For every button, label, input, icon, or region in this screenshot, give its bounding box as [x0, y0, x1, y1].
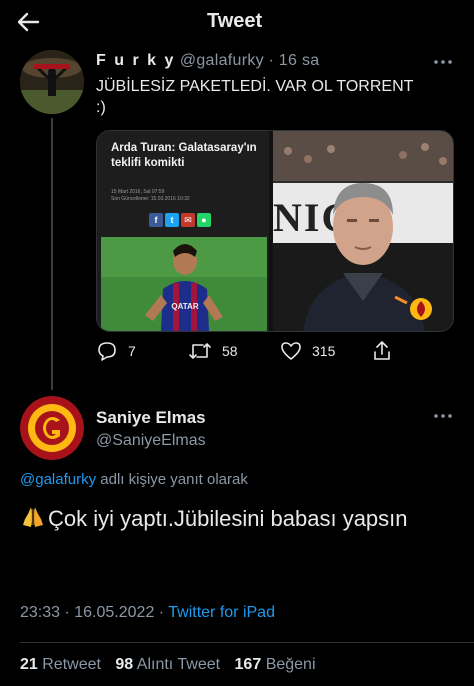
tweet-text: Çok iyi yaptı.Jübilesini babası yapsın: [20, 502, 450, 536]
share-icon[interactable]: [372, 340, 392, 362]
parent-tweet-header: F u r k y @galafurky · 16 sa: [96, 52, 319, 70]
display-name[interactable]: Saniye Elmas: [96, 408, 206, 428]
handle[interactable]: @galafurky: [180, 52, 264, 69]
tweet-time: · 16 sa: [268, 52, 320, 69]
share-buttons: f t ✉ ●: [149, 213, 211, 227]
jersey-text: QATAR: [171, 302, 198, 311]
news-screenshot[interactable]: Arda Turan: Galatasaray'ın teklifi komik…: [97, 131, 269, 331]
likes-stat[interactable]: 167 Beğeni: [235, 656, 316, 673]
article-meta: 15 Mart 2016, Sal 07:59 Son Güncelleme: …: [111, 189, 190, 202]
tweet-stats: 21 Retweet 98 Alıntı Tweet 167 Beğeni: [20, 656, 316, 674]
like-action[interactable]: 315: [280, 340, 335, 362]
reply-context: @galafurky adlı kişiye yanıt olarak: [20, 471, 248, 488]
back-arrow-icon[interactable]: [14, 8, 42, 36]
quotes-stat[interactable]: 98 Alıntı Tweet: [115, 656, 220, 673]
more-icon[interactable]: [432, 58, 454, 66]
whatsapp-icon: ●: [197, 213, 211, 227]
avatar[interactable]: [20, 50, 84, 114]
divider: [20, 642, 474, 643]
player-photo: QATAR: [101, 237, 267, 331]
coach-photo[interactable]: NICO: [273, 131, 453, 331]
tweet-source[interactable]: Twitter for iPad: [168, 604, 275, 621]
avatar[interactable]: [20, 396, 84, 460]
tweet-timestamp[interactable]: 23:33 · 16.05.2022 ·: [20, 604, 168, 621]
retweet-count: 58: [222, 343, 238, 359]
mention-link[interactable]: @galafurky: [20, 471, 96, 488]
retweet-icon[interactable]: [188, 340, 212, 362]
twitter-icon: t: [165, 213, 179, 227]
folded-hands-emoji: [23, 507, 43, 527]
tweet-text-body: Çok iyi yaptı.Jübilesini babası yapsın: [48, 506, 408, 531]
thread-line: [51, 118, 53, 390]
like-icon[interactable]: [280, 340, 302, 362]
retweets-stat[interactable]: 21 Retweet: [20, 656, 101, 673]
mail-icon: ✉: [181, 213, 195, 227]
reply-context-text: adlı kişiye yanıt olarak: [96, 471, 248, 488]
top-bar: Tweet: [0, 0, 474, 44]
share-action[interactable]: [372, 340, 392, 362]
facebook-icon: f: [149, 213, 163, 227]
tweet-actions: 7 58 315: [96, 340, 396, 366]
reply-icon[interactable]: [96, 340, 118, 362]
reply-count: 7: [128, 343, 136, 359]
tweet-text-line: :): [96, 99, 106, 116]
retweet-action[interactable]: 58: [188, 340, 238, 362]
article-title: Arda Turan: Galatasaray'ın teklifi komik…: [111, 142, 257, 169]
tweet-meta: 23:33 · 16.05.2022 · Twitter for iPad: [20, 604, 275, 622]
page-title: Tweet: [207, 10, 263, 32]
reply-action[interactable]: 7: [96, 340, 136, 362]
display-name[interactable]: F u r k y: [96, 52, 175, 69]
handle[interactable]: @SaniyeElmas: [96, 432, 206, 450]
tweet-text-line: JÜBİLESİZ PAKETLEDİ. VAR OL TORRENT: [96, 78, 414, 95]
more-icon[interactable]: [432, 412, 454, 420]
tweet-media[interactable]: Arda Turan: Galatasaray'ın teklifi komik…: [96, 130, 454, 332]
tweet-text: JÜBİLESİZ PAKETLEDİ. VAR OL TORRENT :): [96, 76, 456, 118]
like-count: 315: [312, 343, 336, 359]
